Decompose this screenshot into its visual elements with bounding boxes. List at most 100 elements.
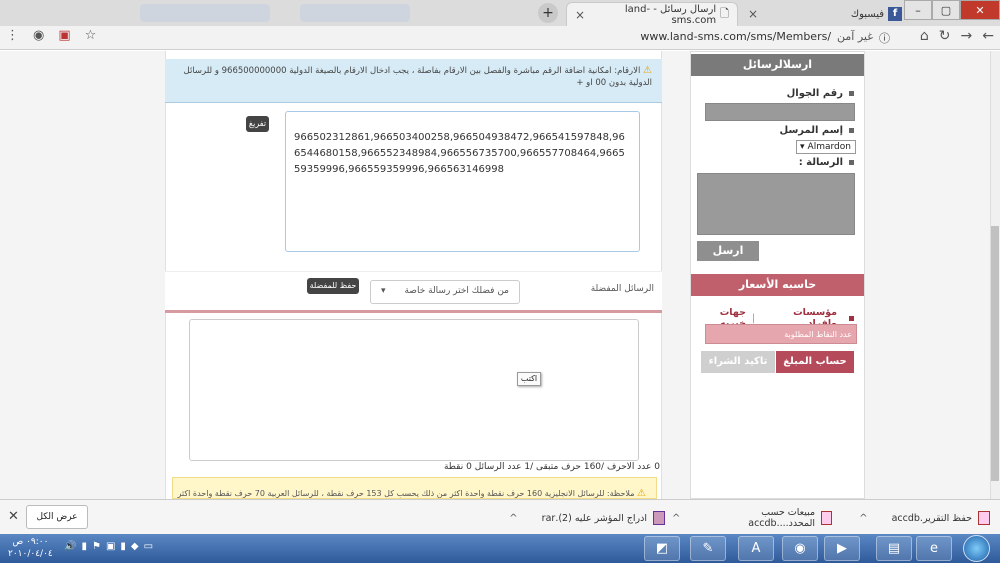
menu-icon[interactable]: ⋮ (6, 28, 19, 43)
background-window-tab (140, 4, 270, 22)
save-favorite-button[interactable]: حفظ للمفضلة (307, 278, 359, 294)
sender-select[interactable]: ▾ Almardon (796, 140, 856, 154)
taskbar-app-window[interactable]: ◩ (644, 536, 680, 561)
window-close-button[interactable]: ✕ (960, 0, 1000, 20)
favorites-row: الرسائل المفضلة من فضلك اختر رسالة خاصة … (165, 271, 662, 311)
downloads-close-icon[interactable]: ✕ (8, 509, 19, 524)
tab-title: ارسال رسائل - land-sms.com (624, 3, 717, 26)
page-content: ⚠ الارقام: امكانية اضافة الرقم مباشرة وا… (0, 51, 1000, 499)
chevron-up-icon[interactable]: ^ (859, 513, 867, 524)
points-input[interactable]: عدد النقاط المطلوبة (705, 324, 857, 344)
downloads-bar: ✕ عرض الكل حفظ التقرير.accdb ^ مبيعات حس… (0, 499, 1000, 534)
url-text: www.land-sms.com/sms/Members/ (640, 30, 832, 43)
download-item[interactable]: ادراج المؤشر عليه (2).rar ^ (505, 508, 665, 528)
security-label: غير آمن (837, 30, 873, 43)
sidebar: ارسلالرسائل رقم الجوال إسم المرسل ▾ Alma… (690, 51, 865, 499)
bullet-icon (849, 90, 854, 96)
nav-buttons: ⌂ ↻ → ← (920, 28, 994, 44)
network-icon[interactable]: ▮ (81, 541, 87, 552)
dropdown-arrow-icon: ▾ (800, 142, 805, 152)
access-file-icon (821, 511, 832, 525)
volume-icon[interactable]: 🔊 (64, 541, 76, 552)
bullet-icon (849, 315, 854, 321)
bullet-icon (849, 159, 854, 165)
bookmark-star-icon[interactable]: ☆ (85, 28, 97, 43)
message-label: الرسالة : (799, 157, 854, 168)
signal-icon[interactable]: ▮ (120, 541, 126, 552)
show-all-button[interactable]: عرض الكل (26, 505, 88, 529)
reload-icon[interactable]: ↻ (939, 28, 951, 44)
facebook-icon: f (888, 7, 902, 21)
archive-file-icon (653, 511, 665, 525)
favorites-select[interactable]: من فضلك اختر رسالة خاصة ▾ (370, 280, 520, 304)
back-icon[interactable]: ← (982, 28, 994, 44)
chevron-up-icon[interactable]: ^ (672, 513, 680, 524)
section-divider (165, 310, 662, 313)
message-textarea[interactable] (189, 319, 639, 461)
link-separator: | (751, 312, 756, 324)
pdf-extension-icon[interactable]: ▣ (58, 28, 70, 43)
tab-close-icon[interactable]: × (575, 8, 585, 22)
download-name: مبيعات حسب المحدد....accdb (748, 507, 816, 529)
sender-label: إسم المرسل (780, 125, 854, 136)
write-button[interactable]: اكتب (517, 372, 541, 386)
mobile-label: رقم الجوال (787, 88, 854, 99)
home-icon[interactable]: ⌂ (920, 28, 929, 44)
profile-icon[interactable]: ◉ (33, 28, 44, 43)
favorites-select-value: من فضلك اختر رسالة خاصة (404, 286, 509, 296)
page-scrollbar[interactable] (990, 51, 1000, 499)
mobile-field[interactable] (705, 103, 855, 121)
sender-value: Almardon (807, 142, 851, 152)
calc-header: حاسبه الأسعار (691, 274, 864, 296)
address-bar: ⋮ ◉ ▣ ☆ ⓘ غير آمن www.land-sms.com/sms/M… (0, 26, 1000, 50)
taskbar: ٠٩:٠٠ ص ٢٠١٠/٠٤/٠٤ 🔊 ▮ ⚑ ▣ ▮ ◆ ▭ e ▤ ▶ ◉… (0, 534, 1000, 563)
warning-icon: ⚠ (637, 488, 646, 499)
numbers-hint-text: الارقام: امكانية اضافة الرقم مباشرة والف… (183, 66, 652, 88)
info-icon[interactable]: ⓘ (879, 30, 890, 46)
dropdown-arrow-icon: ▾ (381, 286, 386, 296)
access-file-icon (978, 511, 990, 525)
calculate-button[interactable]: حساب المبلغ (776, 351, 854, 373)
clear-button[interactable]: تفريغ (246, 116, 269, 132)
bullet-icon (849, 127, 854, 133)
maximize-button[interactable]: ▢ (932, 0, 960, 20)
monitor-icon[interactable]: ▭ (144, 541, 153, 552)
favorites-label: الرسائل المفضلة (590, 284, 654, 294)
system-tray: 🔊 ▮ ⚑ ▣ ▮ ◆ ▭ (64, 541, 153, 552)
send-button[interactable]: ارسل (697, 241, 759, 261)
taskbar-app-access[interactable]: A (738, 536, 774, 561)
window-controls: – ▢ ✕ (904, 0, 1000, 20)
new-tab-button[interactable]: + (538, 3, 558, 23)
scrollbar-thumb[interactable] (991, 226, 999, 481)
download-item[interactable]: حفظ التقرير.accdb ^ (840, 508, 990, 528)
confirm-purchase-button[interactable]: تاكيد الشراء (701, 351, 775, 373)
send-header: ارسلالرسائل (691, 54, 864, 76)
flag-icon[interactable]: ⚑ (92, 541, 101, 552)
tab-strip: – ▢ ✕ f فيسبوك × 🗋 ارسال رسائل - land-sm… (0, 0, 1000, 26)
numbers-textarea[interactable]: 966502312861,966503400258,966504938472,9… (285, 111, 640, 252)
tab-facebook[interactable]: f فيسبوك × (740, 2, 910, 26)
forward-icon[interactable]: → (961, 28, 973, 44)
taskbar-app-media[interactable]: ▶ (824, 536, 860, 561)
toolbar-left: ⋮ ◉ ▣ ☆ (6, 28, 96, 43)
notification-icon[interactable]: ▣ (106, 541, 115, 552)
tab-close-icon[interactable]: × (748, 7, 758, 21)
tab-title: فيسبوك (850, 8, 884, 20)
taskbar-app-chrome[interactable]: ◉ (782, 536, 818, 561)
url-field[interactable]: ⓘ غير آمن www.land-sms.com/sms/Members/ (640, 30, 890, 46)
numbers-hint: ⚠ الارقام: امكانية اضافة الرقم مباشرة وا… (165, 59, 662, 103)
character-counter: 0 عدد الاحرف /160 حرف متبقى /1 عدد الرسا… (443, 462, 660, 472)
chevron-up-icon[interactable]: ^ (509, 513, 517, 524)
taskbar-app-ie[interactable]: e (916, 536, 952, 561)
start-button[interactable] (963, 535, 990, 562)
security-icon[interactable]: ◆ (131, 541, 139, 552)
background-window-tab (300, 4, 410, 22)
taskbar-app-tool[interactable]: ✎ (690, 536, 726, 561)
download-item[interactable]: مبيعات حسب المحدد....accdb ^ (672, 507, 832, 529)
tab-land-sms[interactable]: 🗋 ارسال رسائل - land-sms.com × (566, 2, 738, 26)
taskbar-app-explorer[interactable]: ▤ (876, 536, 912, 561)
clock[interactable]: ٠٩:٠٠ ص ٢٠١٠/٠٤/٠٤ (8, 536, 53, 560)
clock-date: ٢٠١٠/٠٤/٠٤ (8, 549, 53, 559)
clock-time: ٠٩:٠٠ ص (12, 537, 49, 547)
message-field[interactable] (697, 173, 855, 235)
